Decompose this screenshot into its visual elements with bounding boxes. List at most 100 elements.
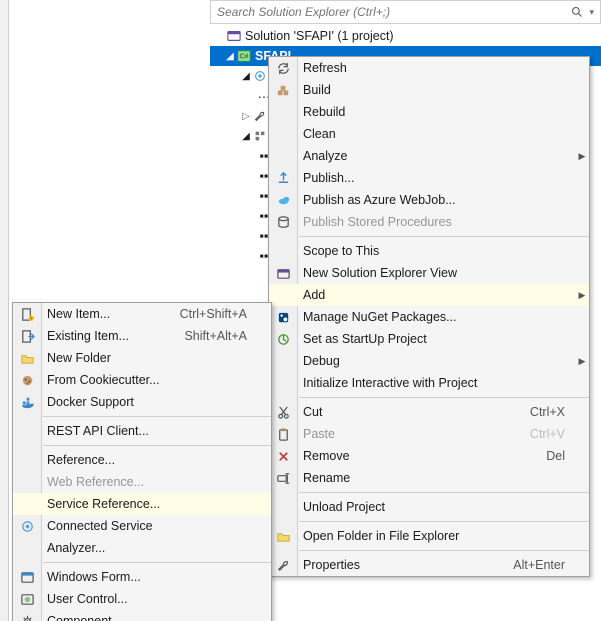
- menu-item-rest-api-client[interactable]: REST API Client...: [13, 420, 271, 442]
- menu-item-label: Service Reference...: [41, 497, 257, 511]
- submenu-arrow-icon: ▶: [575, 151, 589, 162]
- menu-item-publish[interactable]: Publish...: [269, 167, 589, 189]
- props-icon: [269, 558, 297, 573]
- menu-item-debug[interactable]: Debug▶: [269, 350, 589, 372]
- menu-item-label: New Solution Explorer View: [297, 266, 575, 280]
- component-icon: [13, 614, 41, 621]
- newview-icon: [269, 266, 297, 281]
- wrench-icon: [252, 108, 268, 124]
- menu-item-build[interactable]: Build: [269, 79, 589, 101]
- menu-item-label: From Cookiecutter...: [41, 373, 257, 387]
- menu-item-label: Publish Stored Procedures: [297, 215, 575, 229]
- menu-item-label: Windows Form...: [41, 570, 257, 584]
- search-input[interactable]: [211, 5, 569, 19]
- connsvc-icon: [13, 519, 41, 534]
- menu-item-docker-support[interactable]: Docker Support: [13, 391, 271, 413]
- menu-item-label: Connected Service: [41, 519, 257, 533]
- caret-open-icon: ◢: [240, 131, 252, 142]
- menu-item-scope-to-this[interactable]: Scope to This: [269, 240, 589, 262]
- cut-icon: [269, 405, 297, 420]
- menu-item-new-folder[interactable]: New Folder: [13, 347, 271, 369]
- menu-item-label: Paste: [297, 427, 530, 441]
- search-box[interactable]: ▾: [210, 0, 601, 24]
- search-dropdown-icon[interactable]: ▾: [589, 7, 600, 18]
- menu-item-label: Rename: [297, 471, 575, 485]
- menu-item-label: Rebuild: [297, 105, 575, 119]
- connected-services-icon: [252, 68, 268, 84]
- menu-item-label: Reference...: [41, 453, 257, 467]
- menu-item-analyze[interactable]: Analyze▶: [269, 145, 589, 167]
- winform-icon: [13, 570, 41, 585]
- refresh-icon: [269, 61, 297, 76]
- menu-item-refresh[interactable]: Refresh: [269, 57, 589, 79]
- menu-item-remove[interactable]: RemoveDel: [269, 445, 589, 467]
- menu-separator: [299, 550, 589, 551]
- menu-item-clean[interactable]: Clean: [269, 123, 589, 145]
- menu-item-from-cookiecutter[interactable]: From Cookiecutter...: [13, 369, 271, 391]
- svg-text:C#: C#: [240, 54, 249, 61]
- menu-item-label: Properties: [297, 558, 513, 572]
- menu-item-shortcut: Shift+Alt+A: [184, 329, 257, 343]
- menu-item-set-as-startup-project[interactable]: Set as StartUp Project: [269, 328, 589, 350]
- menu-item-windows-form[interactable]: Windows Form...: [13, 566, 271, 588]
- menu-item-rename[interactable]: Rename: [269, 467, 589, 489]
- csproj-icon: C#: [236, 48, 252, 64]
- menu-item-label: Analyzer...: [41, 541, 257, 555]
- search-icon[interactable]: [569, 4, 589, 20]
- menu-item-existing-item[interactable]: Existing Item...Shift+Alt+A: [13, 325, 271, 347]
- solution-icon: [226, 28, 242, 44]
- menu-item-initialize-interactive-with-project[interactable]: Initialize Interactive with Project: [269, 372, 589, 394]
- rename-icon: [269, 471, 297, 486]
- menu-item-label: User Control...: [41, 592, 257, 606]
- menu-item-label: Unload Project: [297, 500, 575, 514]
- menu-item-add[interactable]: Add▶: [269, 284, 589, 306]
- menu-item-reference[interactable]: Reference...: [13, 449, 271, 471]
- menu-item-user-control[interactable]: User Control...: [13, 588, 271, 610]
- caret-closed-icon: ▷: [240, 111, 252, 122]
- menu-item-publish-as-azure-webjob[interactable]: Publish as Azure WebJob...: [269, 189, 589, 211]
- newfolder-icon: [13, 351, 41, 366]
- menu-separator: [43, 416, 271, 417]
- caret-open-icon: ◢: [224, 51, 236, 62]
- startup-icon: [269, 332, 297, 347]
- submenu-arrow-icon: ▶: [575, 356, 589, 367]
- menu-item-new-solution-explorer-view[interactable]: New Solution Explorer View: [269, 262, 589, 284]
- references-icon: [252, 128, 268, 144]
- menu-item-label: Scope to This: [297, 244, 575, 258]
- menu-item-label: Initialize Interactive with Project: [297, 376, 575, 390]
- tree-solution-node[interactable]: Solution 'SFAPI' (1 project): [210, 26, 601, 46]
- menu-separator: [299, 397, 589, 398]
- docker-icon: [13, 395, 41, 410]
- menu-item-properties[interactable]: PropertiesAlt+Enter: [269, 554, 589, 576]
- menu-item-new-item[interactable]: New Item...Ctrl+Shift+A: [13, 303, 271, 325]
- context-menu-project: Refresh Build Rebuild CleanAnalyze▶ Publish.…: [268, 56, 590, 577]
- menu-item-connected-service[interactable]: Connected Service: [13, 515, 271, 537]
- menu-item-label: Refresh: [297, 61, 575, 75]
- menu-item-component[interactable]: Component...: [13, 610, 271, 621]
- menu-item-shortcut: Ctrl+X: [530, 405, 575, 419]
- menu-item-open-folder-in-file-explorer[interactable]: Open Folder in File Explorer: [269, 525, 589, 547]
- menu-item-label: Publish as Azure WebJob...: [297, 193, 575, 207]
- menu-item-shortcut: Ctrl+V: [530, 427, 575, 441]
- menu-item-cut[interactable]: CutCtrl+X: [269, 401, 589, 423]
- menu-item-label: Remove: [297, 449, 546, 463]
- menu-item-paste: PasteCtrl+V: [269, 423, 589, 445]
- context-menu-add: New Item...Ctrl+Shift+AExisting Item...S…: [12, 302, 272, 621]
- menu-item-unload-project[interactable]: Unload Project: [269, 496, 589, 518]
- left-vertical-bar: [0, 0, 9, 621]
- menu-item-label: Manage NuGet Packages...: [297, 310, 575, 324]
- menu-item-label: Build: [297, 83, 575, 97]
- menu-item-label: Debug: [297, 354, 575, 368]
- tree-solution-label: Solution 'SFAPI' (1 project): [245, 29, 394, 43]
- menu-separator: [299, 236, 589, 237]
- menu-item-service-reference[interactable]: Service Reference...: [13, 493, 271, 515]
- menu-separator: [43, 445, 271, 446]
- menu-item-label: Publish...: [297, 171, 575, 185]
- menu-separator: [299, 492, 589, 493]
- nuget-icon: [269, 310, 297, 325]
- menu-item-manage-nuget-packages[interactable]: Manage NuGet Packages...: [269, 306, 589, 328]
- menu-item-label: Set as StartUp Project: [297, 332, 575, 346]
- menu-item-label: New Folder: [41, 351, 257, 365]
- menu-item-analyzer[interactable]: Analyzer...: [13, 537, 271, 559]
- menu-item-rebuild[interactable]: Rebuild: [269, 101, 589, 123]
